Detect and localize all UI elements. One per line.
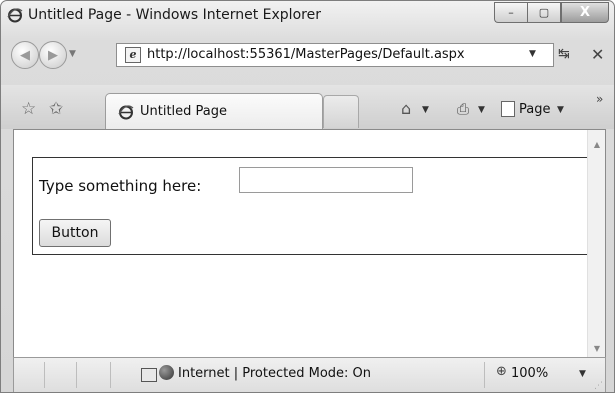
window-controls: – ▢ X <box>494 2 609 23</box>
new-tab-button[interactable] <box>323 95 359 128</box>
back-button[interactable]: ◀ <box>11 41 39 69</box>
submit-button[interactable]: Button <box>39 219 111 247</box>
refresh-button[interactable]: ↹ <box>558 46 570 62</box>
zoom-icon: ⊕ <box>496 364 507 379</box>
globe-icon <box>159 365 174 380</box>
status-divider <box>484 362 485 388</box>
address-text[interactable]: http://localhost:55361/MasterPages/Defau… <box>147 47 465 62</box>
print-icon[interactable]: ⎙ <box>457 100 469 118</box>
browser-window: Untitled Page - Windows Internet Explore… <box>0 0 615 393</box>
form-panel: Type something here: Button <box>32 157 592 255</box>
more-commands-icon[interactable]: » <box>596 92 603 106</box>
tab-untitled-page[interactable]: Untitled Page <box>105 93 323 130</box>
scroll-up-icon[interactable]: ▲ <box>594 140 600 149</box>
minimize-button[interactable]: – <box>494 2 527 23</box>
popup-blocker-icon[interactable] <box>141 368 157 382</box>
home-icon[interactable]: ⌂ <box>401 99 411 118</box>
page-dropdown-icon[interactable]: ▼ <box>557 105 564 115</box>
ie-logo-icon <box>7 8 23 23</box>
home-dropdown-icon[interactable]: ▼ <box>422 105 429 115</box>
resize-grip-icon[interactable]: ⋰ <box>594 381 603 391</box>
status-divider <box>110 362 111 388</box>
add-favorites-icon[interactable]: ✩ <box>49 99 63 119</box>
maximize-button[interactable]: ▢ <box>527 2 561 23</box>
ie-tab-icon <box>118 105 134 120</box>
prompt-label: Type something here: <box>39 177 202 195</box>
zoom-level[interactable]: 100% <box>511 366 548 381</box>
status-divider <box>44 362 45 388</box>
scroll-down-icon[interactable]: ▼ <box>594 344 600 353</box>
window-title: Untitled Page - Windows Internet Explore… <box>28 7 321 23</box>
security-zone-status[interactable]: Internet | Protected Mode: On <box>178 366 371 381</box>
vertical-scrollbar[interactable]: ▲ ▼ <box>587 130 605 358</box>
back-arrow-icon: ◀ <box>20 47 30 63</box>
page-menu-button[interactable]: Page <box>519 102 550 117</box>
address-dropdown-button[interactable]: ▼ <box>529 49 536 59</box>
page-content: Type something here: Button ▲ ▼ <box>13 129 606 359</box>
recent-pages-dropdown[interactable]: ▼ <box>69 49 76 59</box>
address-bar[interactable]: e http://localhost:55361/MasterPages/Def… <box>116 43 554 67</box>
favorites-star-icon[interactable]: ☆ <box>21 99 36 119</box>
zoom-dropdown-icon[interactable]: ▼ <box>579 369 586 379</box>
print-dropdown-icon[interactable]: ▼ <box>478 105 485 115</box>
close-button[interactable]: X <box>561 2 609 23</box>
navigation-bar: ◀ ▶ ▼ e http://localhost:55361/MasterPag… <box>1 37 614 71</box>
forward-button[interactable]: ▶ <box>39 41 67 69</box>
forward-arrow-icon: ▶ <box>48 47 58 63</box>
page-favicon-icon: e <box>125 47 141 63</box>
tab-label: Untitled Page <box>140 104 228 119</box>
title-bar[interactable]: Untitled Page - Windows Internet Explore… <box>1 1 614 31</box>
status-divider <box>76 362 77 388</box>
page-icon <box>501 101 515 117</box>
status-bar: Internet | Protected Mode: On ⊕ 100% ▼ ⋰ <box>13 357 606 392</box>
stop-button[interactable]: ✕ <box>591 45 604 64</box>
text-input[interactable] <box>239 167 413 193</box>
